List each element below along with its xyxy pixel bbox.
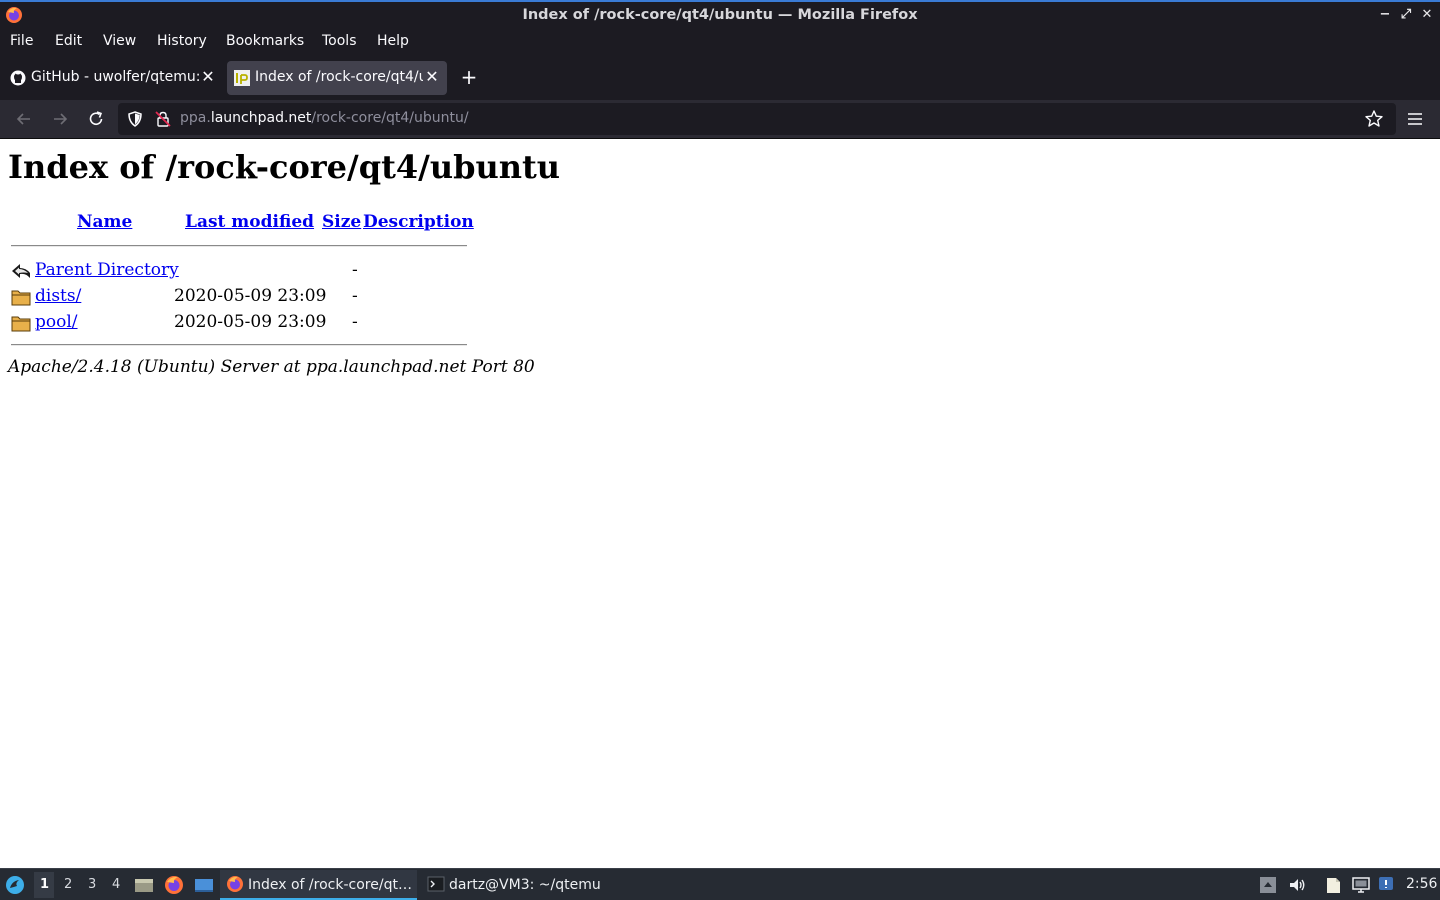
menu-edit[interactable]: Edit	[55, 33, 82, 49]
workspace-1[interactable]: 1	[40, 877, 49, 892]
back-icon[interactable]	[14, 109, 34, 129]
folder-icon	[11, 316, 31, 332]
taskbar-item-terminal[interactable]: dartz@VM3: ~/qtemu	[421, 870, 621, 900]
menu-view[interactable]: View	[103, 33, 136, 49]
table-row: Parent Directory -	[8, 258, 470, 284]
menu-history[interactable]: History	[157, 33, 207, 49]
menu-bookmarks[interactable]: Bookmarks	[226, 33, 304, 49]
pool-link[interactable]: pool/	[35, 312, 78, 332]
tab-label: Index of /rock-core/qt4/ubuntu	[255, 69, 423, 85]
tab-strip: GitHub - uwolfer/qtemu: ✕ Index of /rock…	[0, 55, 1440, 100]
close-window-button[interactable]: ✕	[1419, 6, 1435, 24]
row-size: -	[352, 286, 358, 306]
menu-tools[interactable]: Tools	[322, 33, 357, 49]
new-tab-button[interactable]: +	[459, 66, 479, 88]
tab-label: GitHub - uwolfer/qtemu:	[31, 69, 199, 85]
server-signature: Apache/2.4.18 (Ubuntu) Server at ppa.lau…	[8, 357, 535, 377]
tab-github[interactable]: GitHub - uwolfer/qtemu: ✕	[3, 61, 223, 95]
column-size-link[interactable]: Size	[322, 212, 361, 232]
back-arrow-icon	[12, 264, 30, 278]
url-path: /rock-core/qt4/ubuntu/	[311, 110, 469, 126]
divider	[11, 344, 467, 346]
row-size: -	[352, 260, 358, 280]
workspace-2[interactable]: 2	[64, 877, 72, 892]
tracking-protection-shield-icon[interactable]	[126, 110, 144, 128]
url-bar[interactable]: ppa.launchpad.net/rock-core/qt4/ubuntu/	[118, 103, 1396, 135]
volume-icon[interactable]	[1287, 875, 1307, 895]
file-manager-icon[interactable]	[134, 875, 154, 895]
folder-icon	[11, 290, 31, 306]
navigation-toolbar: ppa.launchpad.net/rock-core/qt4/ubuntu/	[0, 100, 1440, 139]
firefox-launcher-icon[interactable]	[164, 875, 184, 895]
url-host: launchpad.net	[210, 110, 312, 126]
forward-icon[interactable]	[50, 109, 70, 129]
menu-bar: File Edit View History Bookmarks Tools H…	[0, 29, 1440, 55]
app-menu-icon[interactable]	[1405, 109, 1425, 129]
close-tab-icon[interactable]: ✕	[201, 68, 215, 86]
page-content: Index of /rock-core/qt4/ubuntu Name Last…	[0, 140, 1440, 868]
start-menu-icon[interactable]	[5, 875, 25, 895]
url-text[interactable]: ppa.launchpad.net/rock-core/qt4/ubuntu/	[180, 110, 469, 126]
workspace-4[interactable]: 4	[112, 877, 120, 892]
minimize-button[interactable]: −	[1377, 6, 1393, 24]
window-title: Index of /rock-core/qt4/ubuntu — Mozilla…	[522, 7, 918, 23]
launchpad-icon	[234, 70, 250, 86]
clipboard-icon[interactable]	[1323, 875, 1343, 895]
terminal-icon	[427, 876, 445, 892]
row-date: 2020-05-09 23:09	[174, 312, 327, 332]
insecure-lock-icon[interactable]	[154, 110, 172, 128]
parent-directory-link[interactable]: Parent Directory	[35, 260, 179, 280]
window-titlebar[interactable]: Index of /rock-core/qt4/ubuntu — Mozilla…	[0, 0, 1440, 29]
table-row: pool/ 2020-05-09 23:09 -	[8, 310, 470, 336]
url-prefix: ppa.	[180, 110, 211, 126]
table-row: dists/ 2020-05-09 23:09 -	[8, 284, 470, 310]
network-icon[interactable]	[1351, 875, 1371, 895]
menu-help[interactable]: Help	[377, 33, 409, 49]
firefox-icon	[227, 876, 243, 892]
taskbar-item-firefox[interactable]: Index of /rock-core/qt…	[220, 870, 417, 900]
tray-expand-icon[interactable]	[1258, 875, 1278, 895]
taskbar: 1 2 3 4 Index of /rock-core/qt… dartz@VM…	[0, 868, 1440, 900]
github-icon	[10, 70, 26, 86]
restore-button[interactable]: ⤢	[1398, 6, 1414, 24]
page-heading: Index of /rock-core/qt4/ubuntu	[8, 148, 561, 186]
column-description-link[interactable]: Description	[363, 212, 474, 232]
task-label: Index of /rock-core/qt…	[248, 877, 412, 893]
clock: 2:56	[1406, 876, 1438, 892]
tab-launchpad[interactable]: Index of /rock-core/qt4/ubuntu ✕	[227, 61, 447, 95]
dists-link[interactable]: dists/	[35, 286, 81, 306]
row-size: -	[352, 312, 358, 332]
column-name-link[interactable]: Name	[77, 212, 132, 232]
close-tab-icon[interactable]: ✕	[425, 68, 439, 86]
reload-icon[interactable]	[86, 109, 106, 129]
column-last-modified-link[interactable]: Last modified	[185, 212, 314, 232]
divider	[11, 245, 467, 247]
show-desktop-icon[interactable]	[194, 875, 214, 895]
row-date: 2020-05-09 23:09	[174, 286, 327, 306]
bookmark-star-icon[interactable]	[1364, 109, 1384, 129]
workspace-3[interactable]: 3	[88, 877, 96, 892]
notification-icon[interactable]	[1377, 875, 1397, 895]
task-label: dartz@VM3: ~/qtemu	[449, 877, 601, 893]
menu-file[interactable]: File	[10, 33, 33, 49]
